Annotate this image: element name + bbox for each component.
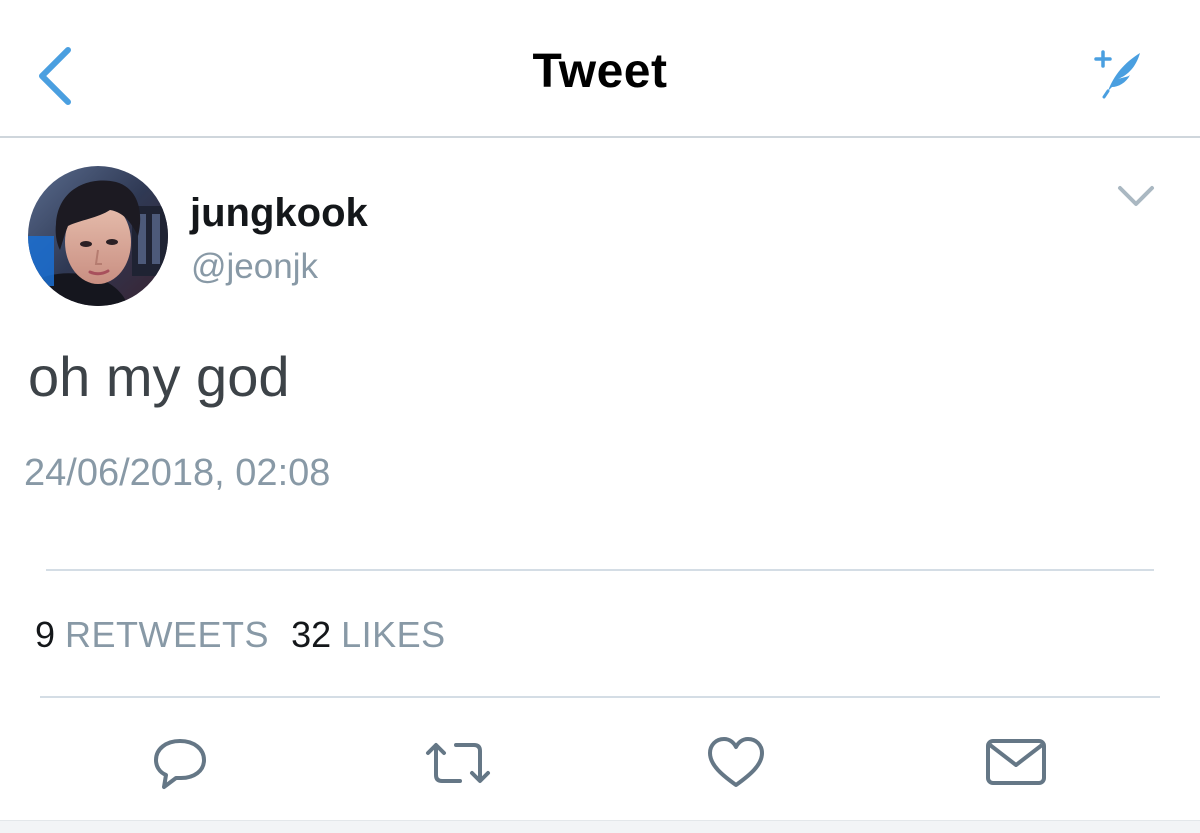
reply-button[interactable] [148,733,212,793]
feather-sparkle-icon [1094,50,1140,99]
bottom-edge [0,820,1200,833]
likes-stat[interactable]: 32 LIKES [291,614,446,655]
tweet-timestamp: 24/06/2018, 02:08 [24,452,331,494]
user-handle[interactable]: @jeonjk [191,247,318,287]
retweets-stat[interactable]: 9 RETWEETS [35,614,269,655]
display-name[interactable]: jungkook [190,191,368,236]
tweet-text: oh my god [28,345,290,408]
profile-photo [28,166,168,306]
heart-icon [708,737,764,787]
share-button[interactable] [984,733,1048,793]
retweet-button[interactable] [422,733,490,793]
divider [40,696,1160,698]
avatar[interactable] [28,166,168,306]
compose-tweet-button[interactable] [1088,45,1148,100]
page-title: Tweet [532,45,668,98]
retweet-arrows-icon [426,743,490,783]
retweets-count: 9 [35,614,56,655]
tweet-menu-button[interactable] [1112,176,1160,216]
envelope-icon [986,739,1046,785]
divider [46,569,1154,571]
likes-count: 32 [291,614,332,655]
likes-label: LIKES [341,614,446,655]
navigation-bar: Tweet [0,0,1200,138]
retweets-label: RETWEETS [65,614,270,655]
tweet-stats: 9 RETWEETS 32 LIKES [35,614,446,656]
like-button[interactable] [704,733,768,793]
chevron-down-icon [1118,186,1154,206]
speech-bubble-icon [154,739,206,789]
